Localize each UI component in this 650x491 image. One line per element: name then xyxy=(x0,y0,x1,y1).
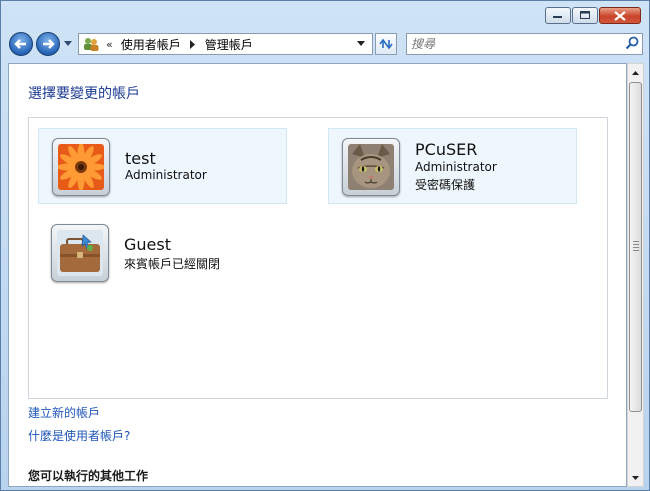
what-is-user-account-link[interactable]: 什麼是使用者帳戶? xyxy=(28,427,130,444)
search-icon[interactable] xyxy=(625,36,639,50)
refresh-button[interactable] xyxy=(375,33,397,55)
minimize-button[interactable] xyxy=(545,7,571,24)
flower-picture xyxy=(58,144,104,190)
account-picture-frame xyxy=(52,138,110,196)
account-picture-frame xyxy=(51,224,109,282)
create-account-link[interactable]: 建立新的帳戶 xyxy=(28,404,100,421)
refresh-icon xyxy=(379,38,393,50)
window: « 使用者帳戶 管理帳戶 選擇要變更的帳戶 xyxy=(0,0,650,491)
recent-pages-dropdown[interactable] xyxy=(64,41,73,47)
breadcrumb-user-accounts[interactable]: 使用者帳戶 xyxy=(121,36,181,53)
password-protected-label: 受密碼保護 xyxy=(415,178,476,192)
account-name: test xyxy=(125,149,156,168)
account-picture-frame xyxy=(342,138,400,196)
caption-buttons xyxy=(545,7,641,24)
account-type: Administrator xyxy=(125,168,207,182)
breadcrumb-manage-accounts[interactable]: 管理帳戶 xyxy=(205,36,253,53)
scrollbar-grip xyxy=(633,241,639,253)
scroll-up-arrow[interactable] xyxy=(628,64,643,81)
scroll-down-arrow[interactable] xyxy=(628,469,643,486)
address-overflow[interactable]: « xyxy=(106,38,113,51)
vertical-scrollbar[interactable] xyxy=(627,63,644,487)
maximize-button[interactable] xyxy=(572,7,598,24)
back-button[interactable] xyxy=(9,32,33,56)
account-status: 來賓帳戶已經關閉 xyxy=(124,257,221,271)
account-name: Guest xyxy=(124,235,171,254)
account-tile-pcuser[interactable]: PCuSER Administrator 受密碼保護 xyxy=(328,128,577,204)
chevron-down-icon[interactable] xyxy=(357,41,366,47)
account-type: Administrator xyxy=(415,160,497,174)
search-box[interactable] xyxy=(406,33,643,55)
navigation-bar: « 使用者帳戶 管理帳戶 xyxy=(9,31,643,57)
address-bar[interactable]: « 使用者帳戶 管理帳戶 xyxy=(78,33,373,55)
briefcase-picture xyxy=(57,230,103,276)
cat-picture xyxy=(348,144,394,190)
scrollbar-thumb[interactable] xyxy=(629,82,642,412)
accounts-panel: test Administrator PCuSER Administrator … xyxy=(28,117,608,399)
user-accounts-icon xyxy=(84,38,99,51)
account-name: PCuSER xyxy=(415,140,478,159)
page-title: 選擇要變更的帳戶 xyxy=(28,86,140,102)
chevron-right-icon[interactable] xyxy=(189,39,196,49)
account-tile-test[interactable]: test Administrator xyxy=(38,128,287,204)
other-tasks-heading: 您可以執行的其他工作 xyxy=(28,469,149,483)
forward-button[interactable] xyxy=(36,32,60,56)
content-pane: 選擇要變更的帳戶 test Administrator PCuSER Admin… xyxy=(8,63,627,487)
account-tile-guest[interactable]: Guest 來賓帳戶已經關閉 xyxy=(38,215,287,291)
close-button[interactable] xyxy=(599,7,641,24)
search-input[interactable] xyxy=(411,36,611,52)
arrow-right-icon xyxy=(43,39,55,49)
arrow-left-icon xyxy=(14,39,26,49)
